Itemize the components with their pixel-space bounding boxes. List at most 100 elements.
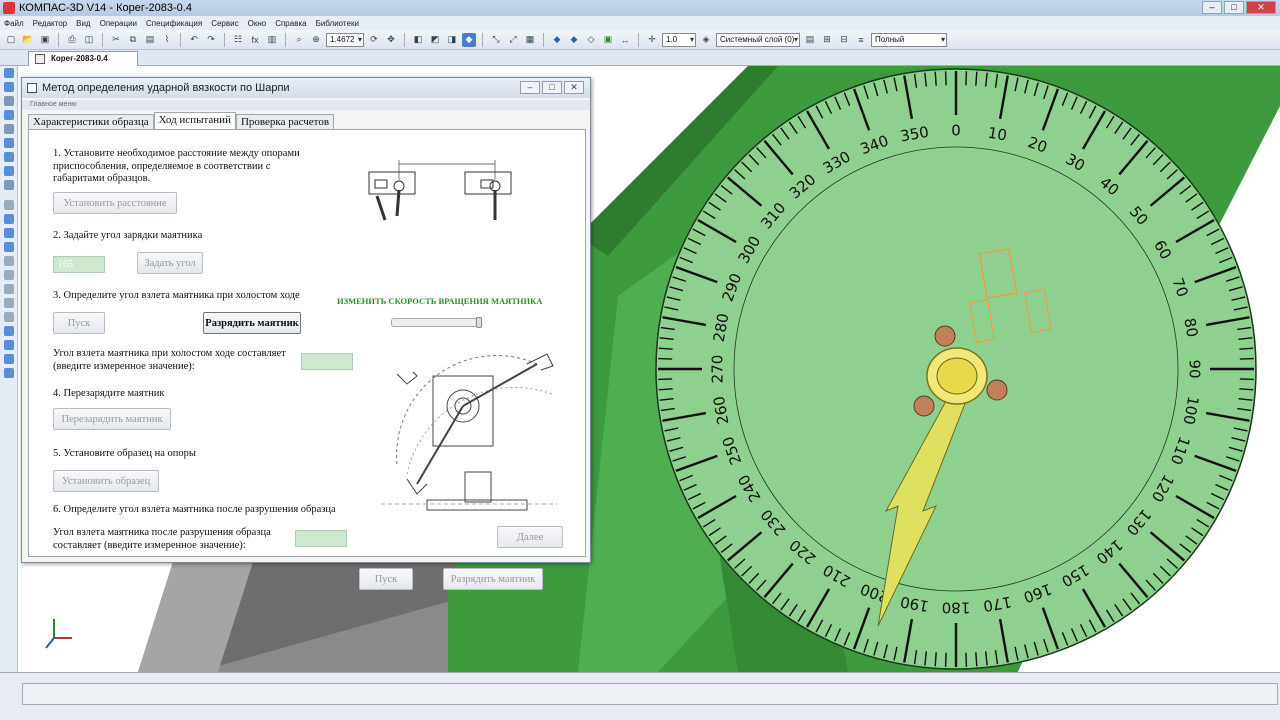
dial-hub-inner (936, 357, 978, 395)
speed-slider[interactable] (391, 317, 482, 328)
zoom-icon[interactable]: ⌕ (292, 33, 306, 47)
format-brush-icon[interactable]: ⌇ (160, 33, 174, 47)
minimize-button[interactable]: – (1202, 1, 1222, 14)
tool-mirror-icon[interactable] (4, 340, 14, 350)
tab-check-calculations[interactable]: Проверка расчетов (235, 114, 335, 130)
break-angle-input[interactable] (295, 530, 347, 547)
pan-icon[interactable]: ✥ (384, 33, 398, 47)
close-button[interactable]: ✕ (1246, 1, 1276, 14)
open-icon[interactable]: 📂 (21, 33, 35, 47)
tool-extrude-icon[interactable] (4, 214, 14, 224)
menu-view[interactable]: Вид (76, 19, 90, 28)
menu-file[interactable]: Файл (4, 19, 24, 28)
menu-operations[interactable]: Операции (100, 19, 137, 28)
dialog-maximize-button[interactable]: □ (542, 81, 562, 94)
step-icon[interactable]: ✛ (645, 33, 659, 47)
tool-shell-icon[interactable] (4, 284, 14, 294)
set-distance-button[interactable]: Установить расстояние (53, 192, 177, 214)
zoom-window-icon[interactable]: ⊕ (309, 33, 323, 47)
calc-icon[interactable]: ▦ (523, 33, 537, 47)
discharge-pendulum-button[interactable]: Разрядить маятник (203, 312, 301, 334)
dialog-tabs: Характеристики образца Ход испытаний Про… (28, 112, 335, 130)
start-button-2[interactable]: Пуск (359, 568, 413, 590)
tool-hole-icon[interactable] (4, 312, 14, 322)
shaded-icon[interactable]: ◆ (462, 32, 476, 47)
undo-icon[interactable]: ↶ (187, 33, 201, 47)
tool-operations-icon[interactable] (4, 200, 14, 210)
library-icon[interactable]: ▥ (265, 33, 279, 47)
tool-fillet-icon[interactable] (4, 256, 14, 266)
tool-arc-icon[interactable] (4, 110, 14, 120)
doc-tab[interactable]: Корег-2083-0.4 (28, 51, 138, 66)
snap-icon[interactable]: ⊟ (837, 33, 851, 47)
layer-icon[interactable]: ◈ (699, 33, 713, 47)
step-combo[interactable]: 1.0 (662, 32, 696, 47)
preview-icon[interactable]: ◫ (82, 33, 96, 47)
tool-cut-icon[interactable] (4, 242, 14, 252)
tool-line-icon[interactable] (4, 96, 14, 106)
tool-array-icon[interactable] (4, 326, 14, 336)
discharge-pendulum-button-2[interactable]: Разрядить маятник (443, 568, 543, 590)
set-angle-button[interactable]: Задать угол (137, 252, 203, 274)
paste-icon[interactable]: ▤ (143, 33, 157, 47)
speed-slider-thumb[interactable] (476, 317, 482, 328)
tool-spec-icon[interactable] (4, 354, 14, 364)
plane-icon[interactable]: ◆ (567, 33, 581, 47)
new-document-icon[interactable]: ▢ (4, 33, 18, 47)
zoom-combo[interactable]: 1.4672 (326, 32, 364, 47)
tool-measure-icon[interactable] (4, 166, 14, 176)
maximize-button[interactable]: □ (1224, 1, 1244, 14)
cut-icon[interactable]: ✂ (109, 33, 123, 47)
idle-angle-input[interactable] (301, 353, 353, 370)
print-icon[interactable]: ⎙ (65, 33, 79, 47)
set-sample-button[interactable]: Установить образец (53, 470, 159, 492)
dimension-icon[interactable]: ↔ (618, 33, 632, 47)
menu-libraries[interactable]: Библиотеки (316, 19, 359, 28)
dialog-minimize-button[interactable]: – (520, 81, 540, 94)
menu-window[interactable]: Окно (248, 19, 267, 28)
tab-test-progress[interactable]: Ход испытаний (153, 112, 236, 130)
tool-edit-icon[interactable] (4, 152, 14, 162)
tool-rib-icon[interactable] (4, 298, 14, 308)
tool-select-icon[interactable] (4, 180, 14, 190)
measure-icon[interactable]: ▣ (601, 33, 615, 47)
view-iso-icon[interactable]: ◩ (428, 33, 442, 47)
copy-icon[interactable]: ⧉ (126, 33, 140, 47)
filter-icon[interactable]: ⤢ (506, 33, 520, 47)
tool-sketch-icon[interactable] (4, 82, 14, 92)
tab-sample-characteristics[interactable]: Характеристики образца (28, 114, 154, 130)
menu-specification[interactable]: Спецификация (146, 19, 202, 28)
menu-edit[interactable]: Редактор (33, 19, 67, 28)
view-mode-combo[interactable]: Полный (871, 32, 947, 47)
section-icon[interactable]: ◇ (584, 33, 598, 47)
properties-icon[interactable]: ≡ (854, 33, 868, 47)
dialog-close-button[interactable]: ✕ (564, 81, 584, 94)
change-speed-link[interactable]: ИЗМЕНИТЬ СКОРОСТЬ ВРАЩЕНИЯ МАЯТНИКА (337, 296, 542, 306)
tool-dimension-icon[interactable] (4, 124, 14, 134)
tool-report-icon[interactable] (4, 368, 14, 378)
tool-rotate-icon[interactable] (4, 228, 14, 238)
menu-service[interactable]: Сервис (211, 19, 238, 28)
tool-tolerance-icon[interactable] (4, 138, 14, 148)
tool-geometry-icon[interactable] (4, 68, 14, 78)
redo-icon[interactable]: ↷ (204, 33, 218, 47)
view-front-icon[interactable]: ◧ (411, 33, 425, 47)
variables-icon[interactable]: fx (248, 33, 262, 47)
charge-angle-input[interactable]: 165 (53, 256, 105, 273)
menu-help[interactable]: Справка (275, 19, 306, 28)
tool-chamfer-icon[interactable] (4, 270, 14, 280)
layers-manager-icon[interactable]: ▤ (803, 33, 817, 47)
select-icon[interactable]: ⤡ (489, 33, 503, 47)
layer-combo[interactable]: Системный слой (0) (716, 32, 800, 47)
dialog-main-menu[interactable]: Главное меню (22, 100, 590, 110)
view-top-icon[interactable]: ◨ (445, 33, 459, 47)
rotate-icon[interactable]: ⟳ (367, 33, 381, 47)
next-button[interactable]: Далее (497, 526, 563, 548)
dialog-titlebar[interactable]: Метод определения ударной вязкости по Ша… (22, 78, 590, 98)
start-button[interactable]: Пуск (53, 312, 105, 334)
save-icon[interactable]: ▣ (38, 33, 52, 47)
cube-icon[interactable]: ◆ (550, 33, 564, 47)
tree-icon[interactable]: ☷ (231, 33, 245, 47)
grid-icon[interactable]: ⊞ (820, 33, 834, 47)
recharge-pendulum-button[interactable]: Перезарядить маятник (53, 408, 171, 430)
